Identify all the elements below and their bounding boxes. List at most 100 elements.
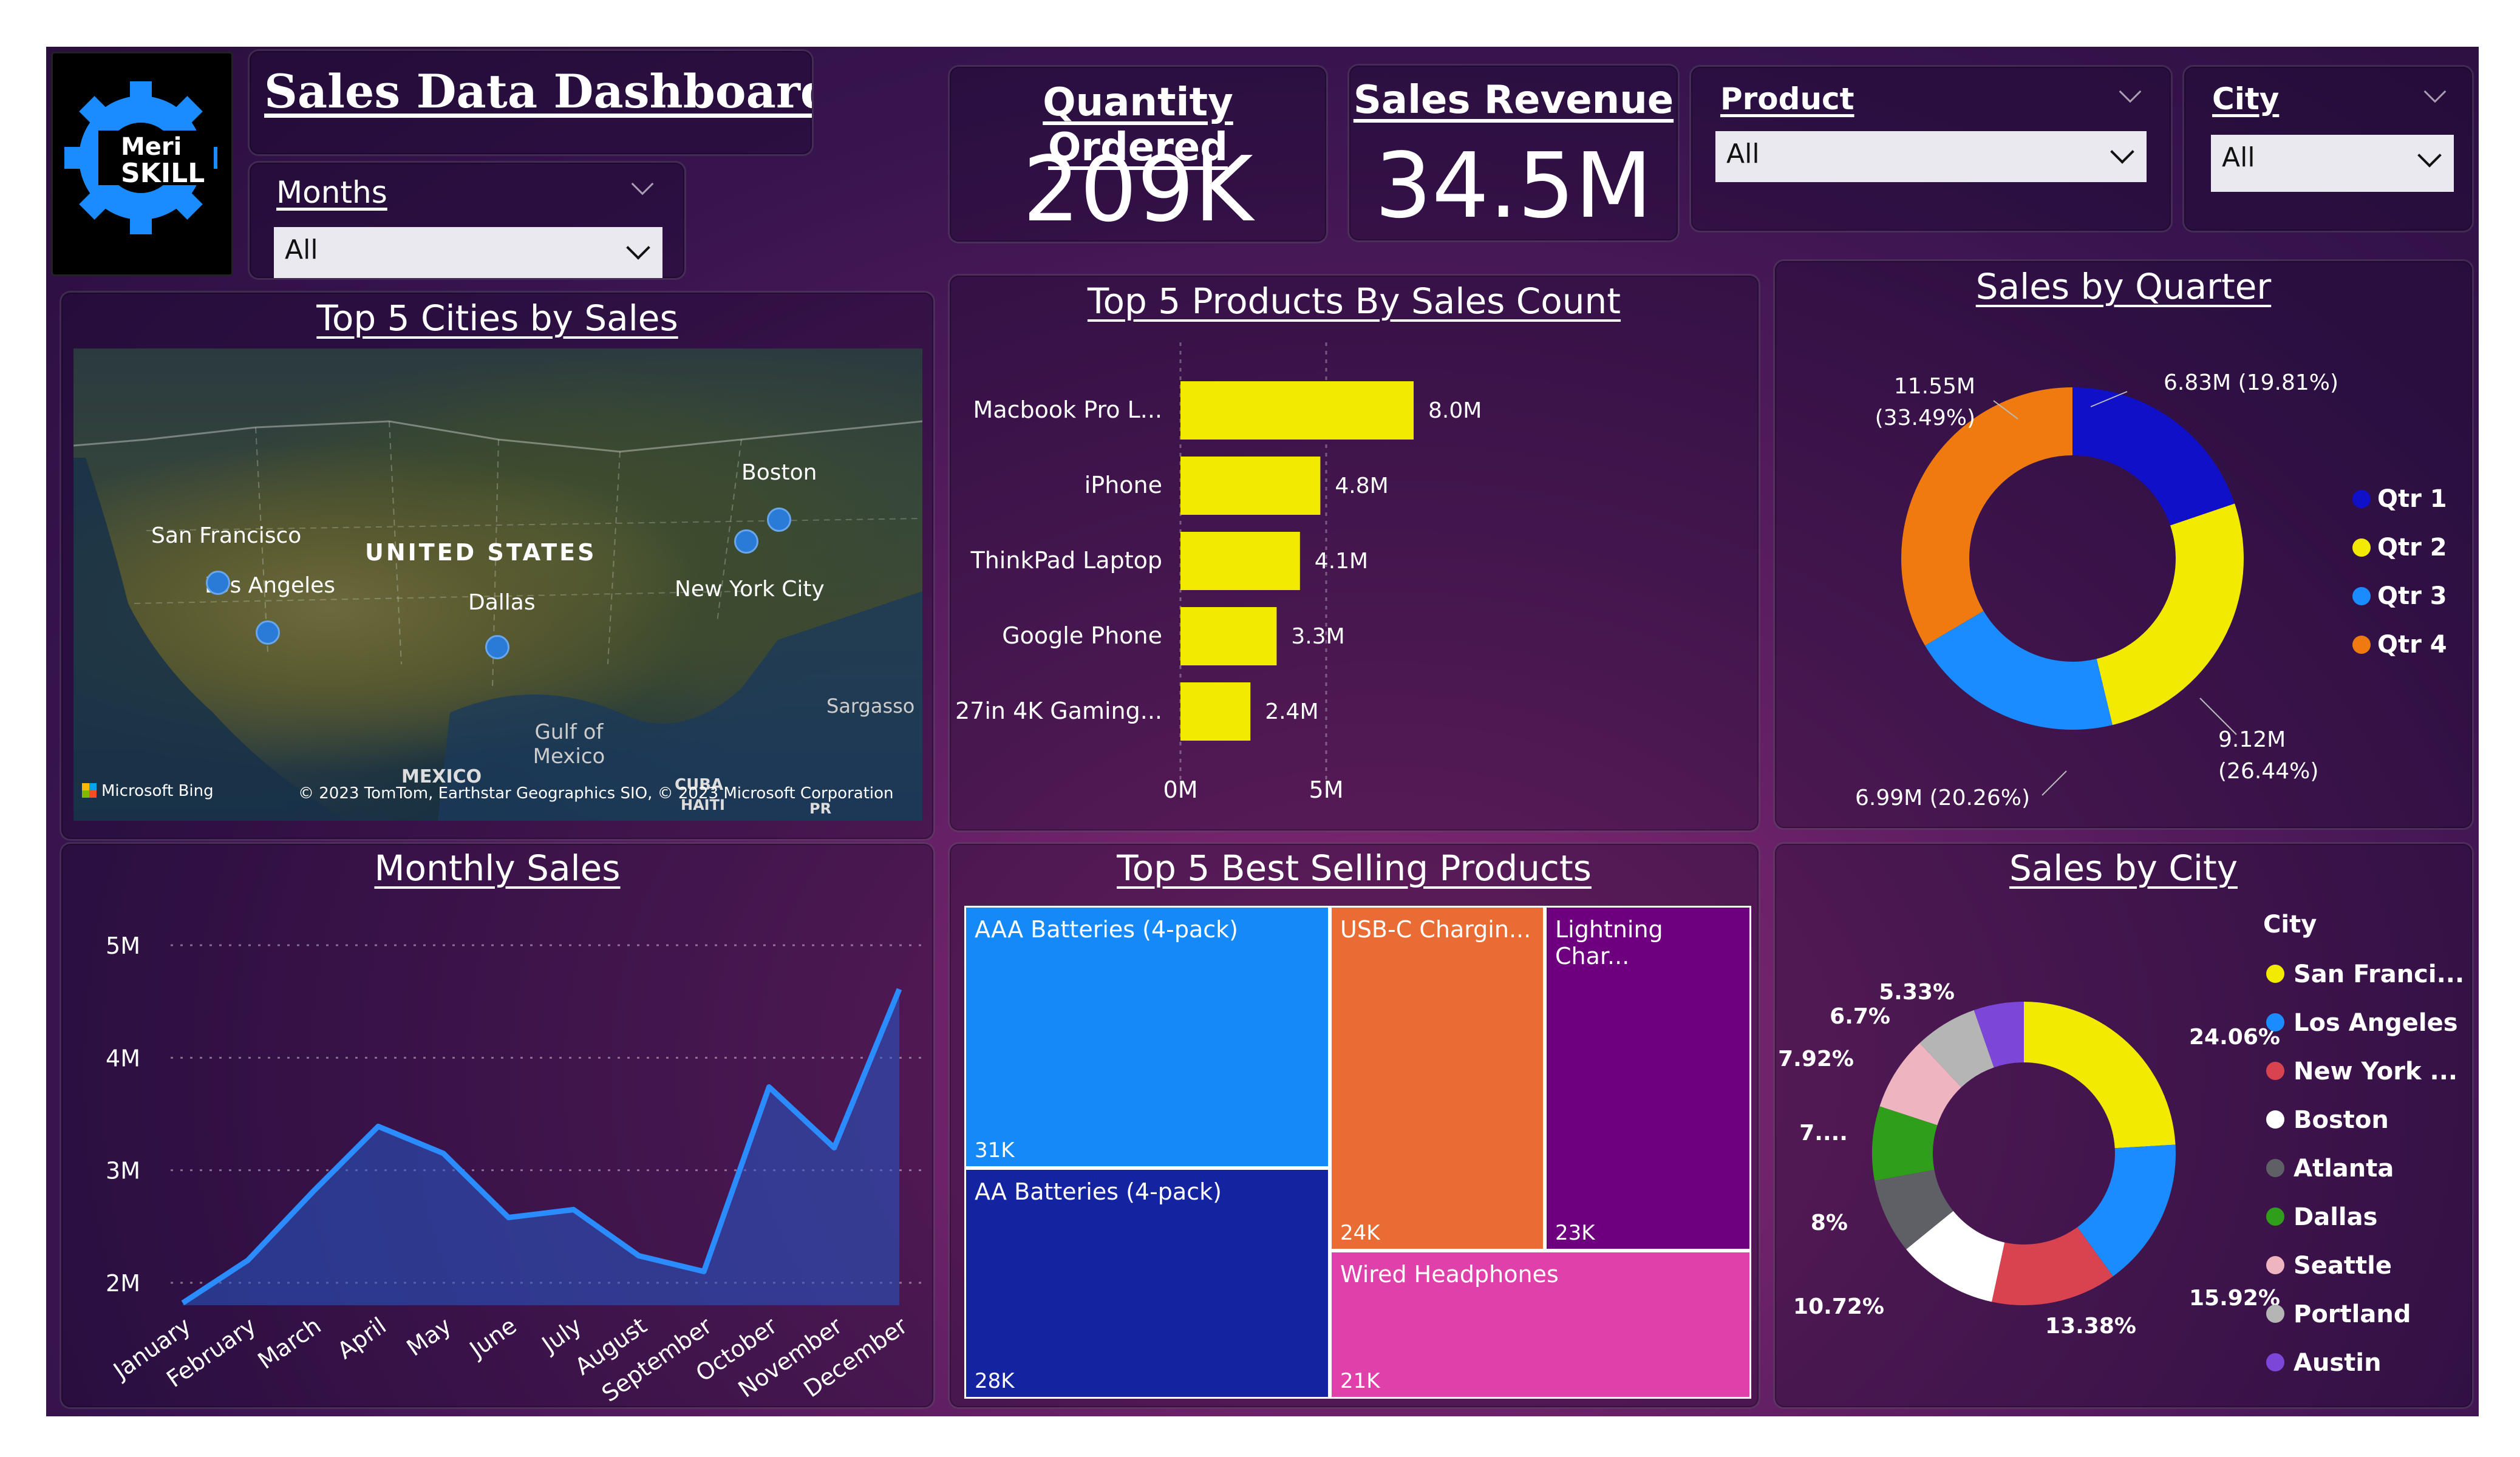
title-panel: Sales Data Dashboards: [248, 49, 814, 156]
city-filter[interactable]: City All: [2182, 65, 2474, 233]
data-label: 4.1M: [1315, 549, 1368, 574]
dashboard: Meri SKILL Sales Data Dashboards Months …: [46, 47, 2479, 1416]
legend-marker: [2266, 1256, 2284, 1274]
data-label: 7.92%: [1778, 1047, 1854, 1072]
bar: [1180, 457, 1321, 515]
map-sea-label: Gulf of Mexico: [533, 720, 605, 769]
months-dropdown-value: All: [285, 234, 318, 265]
kpi-quantity-value: 209K: [1023, 137, 1253, 242]
map-point[interactable]: [256, 620, 280, 645]
months-collapse-icon[interactable]: [631, 172, 654, 195]
legend-label: Atlanta: [2294, 1155, 2394, 1183]
map-view[interactable]: San Francisco Los Angeles Dallas Boston …: [73, 348, 922, 821]
legend-marker: [2266, 1353, 2284, 1371]
area-fill: [183, 989, 899, 1305]
bar: [1180, 607, 1277, 665]
x-tick-label: 5M: [1309, 776, 1344, 803]
map-brand-label: Microsoft Bing: [82, 782, 214, 800]
chevron-down-icon: [2417, 143, 2442, 168]
monthly-sales-panel: Monthly Sales 2M 3M 4M 5M January February Mar…: [60, 842, 935, 1409]
donut-slice: [2096, 503, 2244, 725]
leader-line: [2042, 770, 2067, 796]
y-tick-label: 3M: [106, 1158, 140, 1184]
data-label: 13.38%: [2045, 1314, 2136, 1339]
legend-label: Dallas: [2294, 1203, 2377, 1231]
kpi-revenue-label: Sales Revenue: [1353, 78, 1674, 123]
map-country-label: PR: [809, 800, 832, 817]
monthly-area-chart: 2M3M4M5MJanuaryFebruaryMarch April May June…: [106, 932, 924, 1407]
top-products-panel: Top 5 Products By Sales Count Macbook Pr…: [948, 274, 1760, 832]
map-sea-label: Sargasso: [826, 695, 915, 718]
map-point[interactable]: [734, 529, 758, 554]
data-label: 2.4M: [1265, 699, 1318, 724]
bar: [1180, 682, 1251, 741]
legend-label: Qtr 2: [2377, 534, 2447, 562]
map-city-label: Boston: [741, 460, 817, 485]
data-label: 4.8M: [1335, 474, 1388, 498]
chevron-down-icon: [626, 236, 650, 260]
data-label: (26.44%): [2218, 759, 2318, 784]
category-label: Google Phone: [1002, 622, 1162, 649]
city-filter-label: City: [2212, 81, 2280, 117]
treemap-tile[interactable]: AA Batteries (4-pack) 28K: [964, 1168, 1330, 1399]
treemap-tile[interactable]: AAA Batteries (4-pack) 31K: [964, 906, 1330, 1168]
donut-slice: [2072, 387, 2235, 526]
product-dropdown[interactable]: All: [1715, 131, 2147, 182]
product-filter[interactable]: Product All: [1689, 65, 2173, 233]
product-dropdown-value: All: [1726, 138, 1760, 169]
x-tick-label: May: [402, 1312, 457, 1361]
data-label: 7....: [1799, 1121, 1848, 1146]
map-point[interactable]: [206, 571, 230, 595]
legend-label: Portland: [2294, 1300, 2411, 1328]
data-label: 8%: [1811, 1211, 1848, 1235]
legend-marker: [2266, 1110, 2284, 1129]
legend-label: San Franci...: [2294, 960, 2464, 988]
sales-by-city-panel: Sales by City 24.06% 15.92% 13.38% 10.72% 8%…: [1773, 842, 2474, 1409]
city-collapse-icon[interactable]: [2423, 80, 2447, 103]
x-tick-label: April: [333, 1312, 391, 1364]
chevron-down-icon: [2110, 140, 2134, 164]
category-label: 27in 4K Gaming...: [955, 698, 1162, 724]
legend-marker: [2352, 490, 2371, 508]
logo-panel: Meri SKILL: [51, 52, 233, 276]
data-label: 5.33%: [1879, 980, 1955, 1005]
data-label: 15.92%: [2189, 1286, 2280, 1311]
map-point[interactable]: [485, 635, 509, 659]
data-label: 6.99M (20.26%): [1855, 786, 2030, 810]
best-selling-panel: Top 5 Best Selling Products AAA Batterie…: [948, 842, 1760, 1409]
product-collapse-icon[interactable]: [2119, 80, 2142, 103]
treemap-title: Top 5 Best Selling Products: [1117, 847, 1592, 889]
city-donut-chart: 24.06% 15.92% 13.38% 10.72% 8% 7.... 7.92% 6.7%…: [1778, 911, 2464, 1377]
legend-marker: [2266, 1305, 2284, 1323]
months-dropdown[interactable]: All: [274, 227, 662, 278]
legend-marker: [2266, 1159, 2284, 1177]
map-city-label: San Francisco: [151, 523, 302, 548]
category-label: iPhone: [1085, 472, 1162, 498]
product-filter-label: Product: [1720, 81, 1854, 117]
y-tick-label: 5M: [106, 932, 140, 959]
data-label: 6.7%: [1830, 1004, 1890, 1029]
sales-by-quarter-panel: Sales by Quarter 6.83M (19.81%) 9.12M (26.…: [1773, 259, 2474, 830]
map-point[interactable]: [767, 508, 791, 532]
data-label: 8.0M: [1428, 398, 1482, 423]
months-filter[interactable]: Months All: [248, 161, 686, 280]
treemap-tile[interactable]: Wired Headphones 21K: [1330, 1251, 1751, 1399]
legend-marker: [2352, 587, 2371, 605]
legend-label: New York ...: [2294, 1058, 2457, 1085]
legend-label: Qtr 1: [2377, 485, 2447, 513]
data-label: 24.06%: [2189, 1025, 2280, 1050]
legend-label: Los Angeles: [2294, 1009, 2458, 1037]
data-label: 9.12M: [2218, 727, 2286, 752]
x-tick-label: July: [536, 1312, 587, 1358]
windows-logo-icon: [82, 783, 97, 798]
legend-label: Qtr 4: [2377, 631, 2447, 659]
treemap-tile[interactable]: USB-C Chargin... 24K: [1330, 906, 1545, 1251]
legend-label: Seattle: [2294, 1252, 2392, 1280]
data-label: (33.49%): [1875, 406, 1975, 430]
top-cities-map-panel: Top 5 Cities by Sales San Francisco Los …: [60, 291, 935, 841]
legend-marker: [2352, 538, 2371, 557]
data-label: 11.55M: [1894, 374, 1975, 399]
treemap-tile[interactable]: Lightning Char... 23K: [1545, 906, 1751, 1251]
city-dropdown[interactable]: All: [2211, 135, 2454, 192]
logo-text-skill: SKILL: [121, 158, 205, 189]
